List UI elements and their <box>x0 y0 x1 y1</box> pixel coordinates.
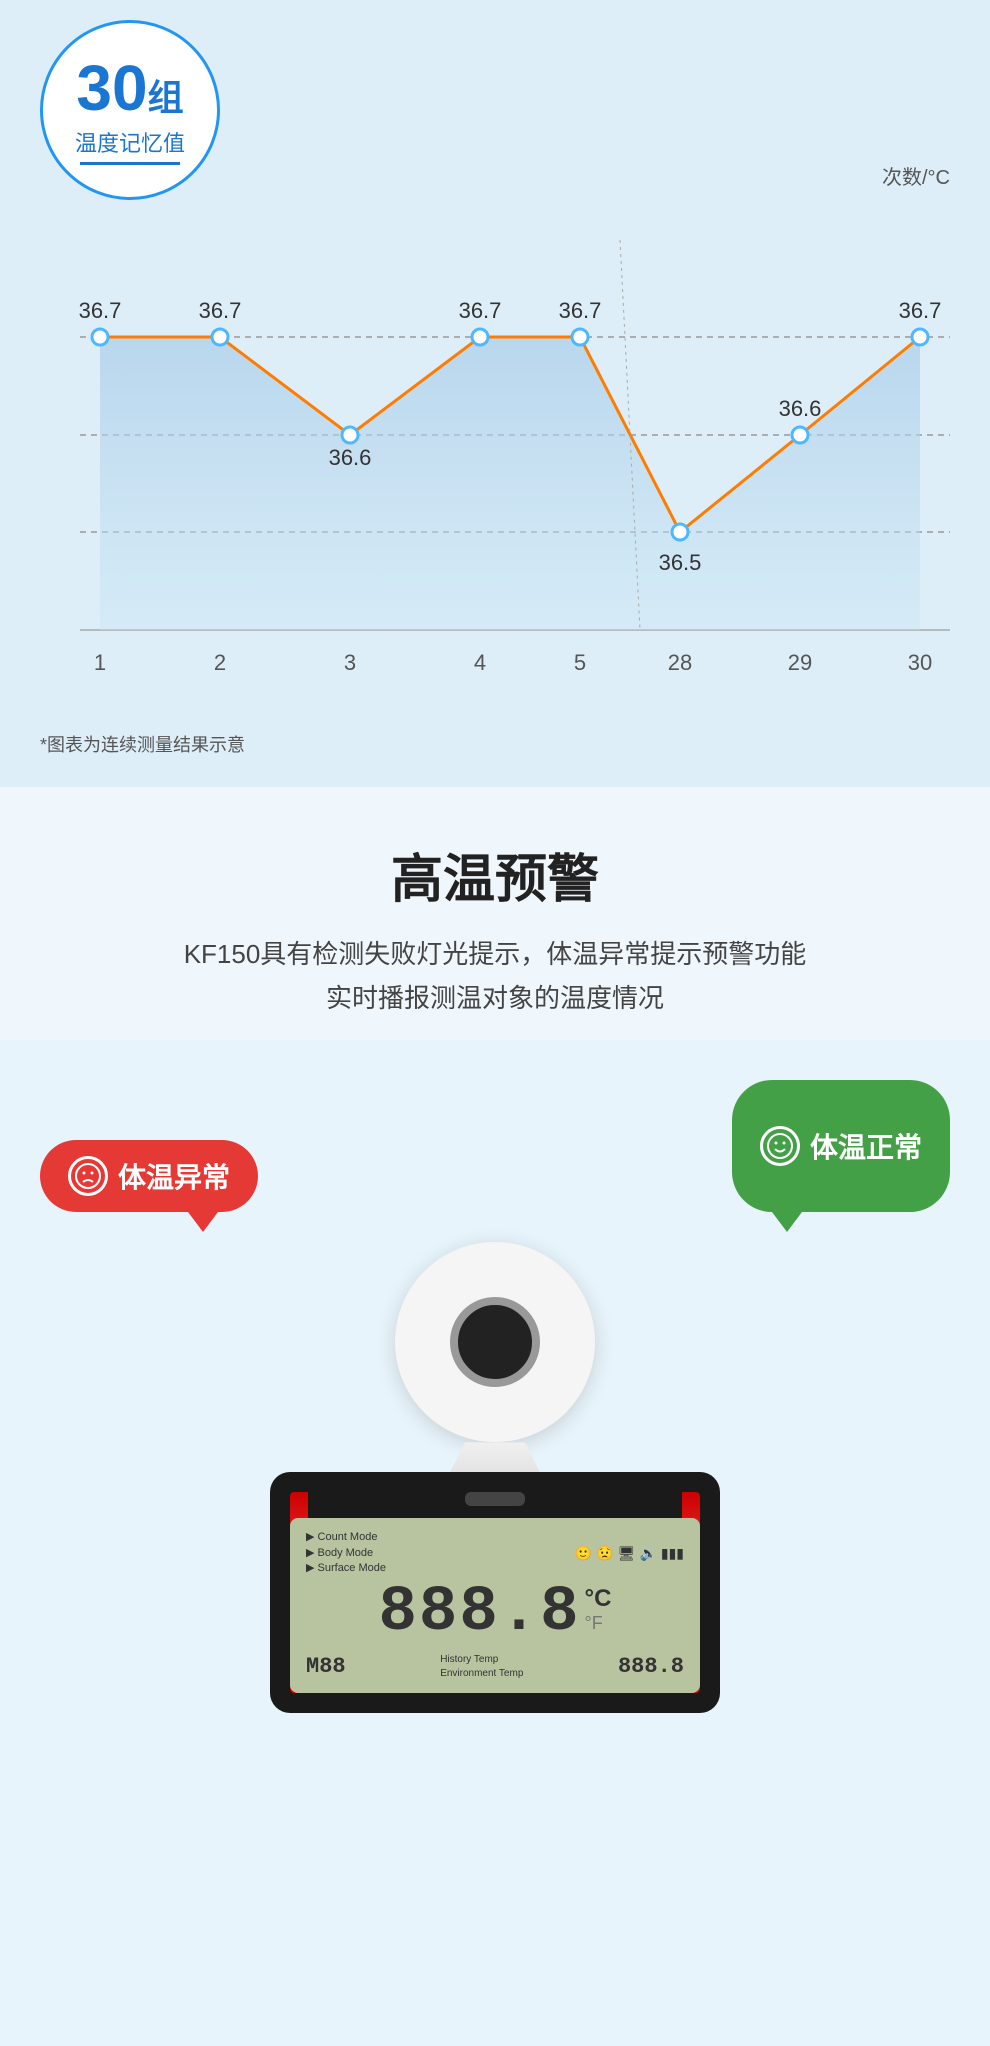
memory-badge: 30 组 温度记忆值 <box>40 20 220 200</box>
badge-number: 30 <box>76 56 147 120</box>
sound-icon: 🔊 <box>639 1545 656 1562</box>
x-label-1: 1 <box>94 650 106 675</box>
device-sensor-top <box>395 1242 595 1442</box>
axis-label: 次数/°C <box>882 161 950 200</box>
device-lens <box>450 1297 540 1387</box>
digit-display: 888.8 <box>379 1577 581 1649</box>
badge-unit: 组 <box>148 80 184 116</box>
label-3: 36.6 <box>329 445 372 470</box>
mode-count: ▶ Count Mode <box>306 1530 386 1545</box>
main-digits: 888.8 <box>379 1581 581 1645</box>
unit-display: °C °F <box>585 1581 612 1634</box>
bubble-normal: 体温正常 <box>732 1080 950 1212</box>
section-desc-line1: KF150具有检测失败灯光提示，体温异常提示预警功能 <box>40 932 950 976</box>
bottom-right-value: 888.8 <box>618 1654 684 1679</box>
x-label-29: 29 <box>788 650 812 675</box>
x-label-2: 2 <box>214 650 226 675</box>
device-section: 体温异常 体温正常 <box>0 1040 990 1712</box>
x-label-3: 3 <box>344 650 356 675</box>
section-desc: KF150具有检测失败灯光提示，体温异常提示预警功能 实时播报测温对象的温度情况 <box>40 932 950 1020</box>
section-desc-line2: 实时播报测温对象的温度情况 <box>40 976 950 1020</box>
screen-bottom-row: M88 History Temp Environment Temp 888.8 <box>306 1653 684 1681</box>
unit-fahrenheit: °F <box>585 1613 612 1634</box>
chart-fill-area <box>100 337 920 630</box>
lcd-screen: ▶ Count Mode ▶ Body Mode ▶ Surface Mode … <box>290 1518 700 1692</box>
bottom-num-display: 888.8 <box>618 1654 684 1679</box>
main-reading-area: 888.8 °C °F <box>306 1581 684 1645</box>
chart-note: *图表为连续测量结果示意 <box>40 731 950 757</box>
bottom-left-value: M88 <box>306 1654 346 1679</box>
badge-text: 温度记忆值 <box>75 126 185 158</box>
data-point-2 <box>212 329 228 345</box>
x-label-28: 28 <box>668 650 692 675</box>
label-4: 36.7 <box>459 298 502 323</box>
label-28: 36.5 <box>659 550 702 575</box>
mode-surface: ▶ Surface Mode <box>306 1561 386 1576</box>
data-point-3 <box>342 427 358 443</box>
top-section: 30 组 温度记忆值 次数/°C <box>0 0 990 787</box>
middle-section: 高温预警 KF150具有检测失败灯光提示，体温异常提示预警功能 实时播报测温对象… <box>0 787 990 1040</box>
label-29: 36.6 <box>779 396 822 421</box>
display-icon: 🖥 <box>618 1545 636 1562</box>
screen-modes: ▶ Count Mode ▶ Body Mode ▶ Surface Mode <box>306 1530 386 1576</box>
data-point-28 <box>672 524 688 540</box>
smile-icon: 🙂 <box>575 1545 592 1562</box>
environment-temp-label: Environment Temp <box>440 1667 523 1681</box>
screen-top-row: ▶ Count Mode ▶ Body Mode ▶ Surface Mode … <box>306 1530 684 1576</box>
bubble-abnormal-text: 体温异常 <box>118 1156 230 1196</box>
x-label-30: 30 <box>908 650 932 675</box>
speech-bubbles: 体温异常 体温正常 <box>40 1080 950 1212</box>
badge-area: 30 组 温度记忆值 次数/°C <box>40 20 950 200</box>
m88-display: M88 <box>306 1654 346 1679</box>
bubble-normal-text: 体温正常 <box>810 1126 922 1166</box>
unit-celsius: °C <box>585 1585 612 1613</box>
screen-status-icons: 🙂 😟 🖥 🔊 ▮▮▮ <box>575 1545 684 1562</box>
chart-container: 36.7 36.7 36.6 36.7 36.7 36.5 36.6 36.7 … <box>40 210 950 715</box>
label-30: 36.7 <box>899 298 942 323</box>
label-5: 36.7 <box>559 298 602 323</box>
label-1: 36.7 <box>79 298 122 323</box>
thermometer-device: ▶ Count Mode ▶ Body Mode ▶ Surface Mode … <box>270 1242 720 1712</box>
mode-body: ▶ Body Mode <box>306 1546 386 1561</box>
device-screen-panel: ▶ Count Mode ▶ Body Mode ▶ Surface Mode … <box>270 1472 720 1712</box>
data-point-29 <box>792 427 808 443</box>
temperature-chart: 36.7 36.7 36.6 36.7 36.7 36.5 36.6 36.7 … <box>50 210 960 710</box>
battery-icon: ▮▮▮ <box>661 1545 684 1562</box>
normal-face-icon <box>760 1126 800 1166</box>
history-temp-label: History Temp <box>440 1653 523 1667</box>
data-point-5 <box>572 329 588 345</box>
section-title: 高温预警 <box>40 837 950 912</box>
data-point-4 <box>472 329 488 345</box>
sad-icon: 😟 <box>596 1545 613 1562</box>
bottom-center-labels: History Temp Environment Temp <box>440 1653 523 1681</box>
bubble-abnormal: 体温异常 <box>40 1140 258 1212</box>
abnormal-face-icon <box>68 1156 108 1196</box>
badge-underline <box>80 162 180 165</box>
x-label-5: 5 <box>574 650 586 675</box>
x-label-4: 4 <box>474 650 486 675</box>
label-2: 36.7 <box>199 298 242 323</box>
data-point-1 <box>92 329 108 345</box>
device-button-notch <box>465 1492 525 1506</box>
data-point-30 <box>912 329 928 345</box>
